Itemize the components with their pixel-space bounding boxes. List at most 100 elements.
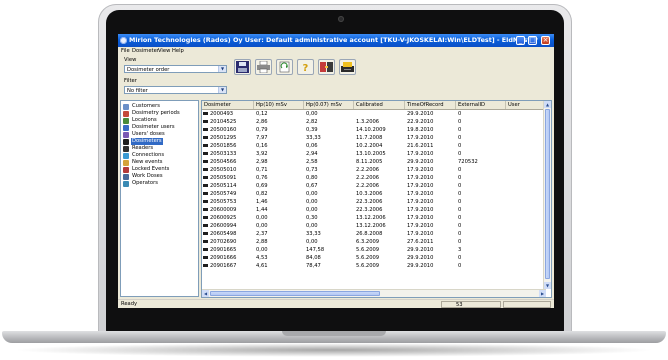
table-cell: 84,08 (306, 255, 321, 261)
horizontal-scroll-thumb[interactable] (210, 291, 380, 296)
column-header-external-id[interactable]: ExternalID (456, 101, 506, 109)
column-header-user[interactable]: User (506, 101, 546, 109)
save-icon (236, 61, 249, 73)
minimize-button[interactable]: _ (516, 36, 525, 45)
table-row[interactable]: 20901667 4,61 78,47 5.6.2009 29.9.2010 0 (202, 262, 546, 270)
table-row[interactable]: 20504566 2,98 2,58 8.11.2005 29.9.2010 720532 (202, 158, 546, 166)
dosimeter-icon (202, 263, 209, 270)
maximize-button[interactable]: □ (528, 36, 537, 45)
table-row[interactable]: 20505114 0,69 0,67 2.2.2006 17.9.2010 0 (202, 182, 546, 190)
table-row[interactable]: 20501856 0,16 0,06 10.2.2004 21.6.2011 0 (202, 142, 546, 150)
print-button[interactable] (255, 59, 272, 75)
column-header-hp10[interactable]: Hp(10) mSv (254, 101, 304, 109)
table-cell: 4,53 (256, 255, 268, 261)
table-cell: 0,00 (256, 223, 268, 229)
nav-item-dosimeter-users[interactable]: Dosimeter users (123, 124, 197, 131)
table-row[interactable]: 20702690 2,88 0,00 6.3.2009 27.6.2011 0 (202, 238, 546, 246)
dosimeter-icon-shape (203, 152, 208, 155)
menu-help[interactable]: Help (172, 48, 184, 54)
table-cell: 0 (458, 175, 462, 181)
nav-item-locations[interactable]: Locations (123, 117, 197, 124)
dosimeter-icon (202, 175, 209, 182)
menu-file[interactable]: File (121, 48, 130, 54)
table-cell: 1,44 (256, 207, 268, 213)
nav-item-dosimeters[interactable]: Dosimeters (123, 138, 197, 145)
table-cell: 17.9.2010 (407, 135, 434, 141)
table-row[interactable]: 20901665 0,00 147,58 5.6.2009 29.9.2010 3 (202, 246, 546, 254)
customers-icon (123, 103, 129, 110)
nav-item-customers[interactable]: Customers (123, 103, 197, 110)
dosimeter-icon-shape (203, 232, 208, 235)
column-header-dosimeter[interactable]: Dosimeter (202, 101, 254, 109)
table-cell: 1,46 (256, 199, 268, 205)
table-row[interactable]: 20505010 0,71 0,73 2.2.2006 17.9.2010 0 (202, 166, 546, 174)
nav-item-connections[interactable]: Connections (123, 152, 197, 159)
scroll-right-icon[interactable]: ▶ (539, 290, 546, 297)
column-header-calibrated[interactable]: Calibrated (354, 101, 405, 109)
scroll-up-icon[interactable]: ▲ (544, 101, 551, 108)
table-row[interactable]: 20104525 2,86 2,82 1.3.2006 22.9.2010 0 (202, 118, 546, 126)
table-row[interactable]: 20501295 7,97 33,33 11.7.2008 17.9.2010 0 (202, 134, 546, 142)
save-button[interactable] (234, 59, 251, 75)
dosimeter-icon-shape (203, 160, 208, 163)
table-cell: 22.9.2010 (407, 119, 434, 125)
table-cell: 22.3.2006 (356, 207, 383, 213)
table-cell: 2000493 (210, 111, 234, 117)
menu-view[interactable]: View (158, 48, 170, 54)
nav-item-dosimetry-periods[interactable]: Dosimetry periods (123, 110, 197, 117)
filter-dropdown[interactable]: No filter ▼ (124, 86, 227, 94)
table-row[interactable]: 20500160 0,79 0,39 14.10.2009 19.8.2010 0 (202, 126, 546, 134)
nav-item-new-events[interactable]: New events (123, 159, 197, 166)
table-cell: 13.12.2006 (356, 223, 386, 229)
table-cell: 2.2.2006 (356, 167, 380, 173)
view-dropdown[interactable]: Dosimeter order ▼ (124, 65, 227, 73)
table-cell: 29.9.2010 (407, 159, 434, 165)
reader-button[interactable] (339, 59, 356, 75)
table-row[interactable]: 20901666 4,53 84,08 5.6.2009 29.9.2010 0 (202, 254, 546, 262)
table-row[interactable]: 20505091 0,76 0,80 2.2.2006 17.9.2010 0 (202, 174, 546, 182)
table-row[interactable]: 20605498 2,37 33,33 26.8.2008 17.9.2010 0 (202, 230, 546, 238)
table-cell: 0,00 (306, 223, 318, 229)
dosimeter-icon (202, 135, 209, 142)
table-cell: 20505753 (210, 199, 237, 205)
table-row[interactable]: 20505753 1,46 0,00 22.3.2006 17.9.2010 0 (202, 198, 546, 206)
nav-item-work-doses[interactable]: Work Doses (123, 173, 197, 180)
nav-item-users-doses[interactable]: Users' doses (123, 131, 197, 138)
nav-item-locked-events[interactable]: Locked Events (123, 166, 197, 173)
refresh-button[interactable] (276, 59, 293, 75)
table-row[interactable]: 2000493 0,12 0,00 29.9.2010 0 (202, 110, 546, 118)
table-cell: 20600925 (210, 215, 237, 221)
nav-label: Locations (132, 117, 157, 123)
table-cell: 0 (458, 231, 462, 237)
table-cell: 0 (458, 167, 462, 173)
table-row[interactable]: 20600925 0,00 0,30 13.12.2006 17.9.2010 0 (202, 214, 546, 222)
table-row[interactable]: 20505749 0,82 0,00 10.3.2006 17.9.2010 0 (202, 190, 546, 198)
column-header-time-of-record[interactable]: TimeOfRecord (405, 101, 456, 109)
vertical-scrollbar[interactable]: ▲ ▼ (543, 101, 551, 289)
table-cell: 78,47 (306, 263, 321, 269)
column-header-hp007[interactable]: Hp(0.07) mSv (304, 101, 354, 109)
nav-item-readers[interactable]: Readers (123, 145, 197, 152)
chevron-down-icon[interactable]: ▼ (218, 66, 226, 72)
nav-item-operators[interactable]: Operators (123, 180, 197, 187)
table-row[interactable]: 20503133 3,92 2,94 13.10.2005 17.9.2010 0 (202, 150, 546, 158)
scroll-left-icon[interactable]: ◀ (202, 290, 209, 297)
menu-dosimeter[interactable]: Dosimeter (132, 48, 159, 54)
table-row[interactable]: 20600009 1,44 0,00 22.3.2006 17.9.2010 0 (202, 206, 546, 214)
help-button[interactable]: ? (297, 59, 314, 75)
svg-text:?: ? (303, 63, 309, 73)
dosimeter-icon (202, 207, 209, 214)
chevron-down-icon[interactable]: ▼ (218, 87, 226, 93)
dosimeter-icon (202, 239, 209, 246)
table-cell: 21.6.2011 (407, 143, 434, 149)
vertical-scroll-thumb[interactable] (545, 109, 550, 279)
table-cell: 10.3.2006 (356, 191, 383, 197)
table-cell: 0 (458, 207, 462, 213)
horizontal-scrollbar[interactable]: ◀ ▶ (202, 289, 546, 297)
connect-button[interactable] (318, 59, 335, 75)
scroll-down-icon[interactable]: ▼ (544, 282, 551, 289)
table-cell: 2,82 (306, 119, 318, 125)
title-bar[interactable]: Mirion Technologies (Rados) Oy User: Def… (118, 34, 554, 47)
close-button[interactable]: × (541, 36, 550, 45)
table-row[interactable]: 20600994 0,00 0,00 13.12.2006 17.9.2010 0 (202, 222, 546, 230)
